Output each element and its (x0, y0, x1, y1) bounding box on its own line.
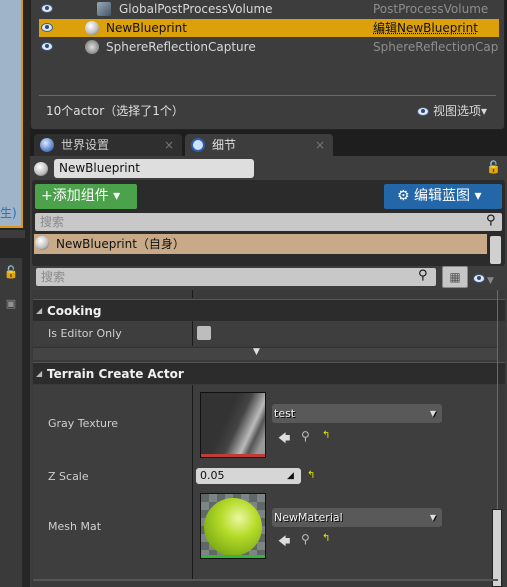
outliner-row-selected[interactable]: NewBlueprint 编辑NewBlueprint (39, 19, 499, 37)
sphere-reflection-icon (85, 40, 99, 54)
property-label: Z Scale (48, 470, 89, 483)
component-search-input[interactable]: 搜索 (35, 213, 502, 231)
outliner-row[interactable]: GlobalPostProcessVolume PostProcessVolum… (39, 0, 499, 18)
browse-search-icon[interactable]: ⚲ (301, 429, 310, 443)
use-selected-arrow-icon[interactable]: 🡄 (278, 532, 290, 553)
outliner-row-name: SphereReflectionCapture (106, 40, 256, 54)
lock-icon[interactable]: 🔓 (486, 160, 501, 174)
asset-picker-value: NewMaterial (274, 511, 343, 524)
texture-thumbnail[interactable] (200, 392, 266, 458)
expand-advanced-icon[interactable]: ▼ (253, 347, 260, 357)
is-editor-only-checkbox[interactable] (197, 326, 211, 340)
eye-icon (473, 274, 485, 283)
close-icon[interactable]: × (315, 134, 325, 156)
outliner-row-type: PostProcessVolume (373, 2, 489, 16)
visibility-eye-icon[interactable] (41, 23, 53, 32)
advanced-expander[interactable] (33, 347, 498, 360)
category-cooking[interactable]: Cooking (33, 299, 505, 322)
asset-picker-value: test (274, 407, 296, 420)
use-selected-arrow-icon[interactable]: 🡄 (278, 429, 290, 450)
column-divider (192, 385, 193, 579)
outliner-row-type: SphereReflectionCaptur (373, 40, 499, 54)
property-label: Gray Texture (48, 417, 119, 430)
mesh-mat-asset-picker[interactable]: NewMaterial ▼ (272, 508, 442, 527)
property-matrix-button[interactable]: ▦ (442, 266, 468, 288)
category-terrain-create-actor[interactable]: Terrain Create Actor (33, 362, 505, 385)
components-scrollbar[interactable] (490, 236, 501, 264)
close-icon[interactable]: × (164, 134, 174, 156)
column-divider (192, 290, 193, 298)
gray-texture-asset-picker[interactable]: test ▼ (272, 404, 442, 423)
reset-to-default-icon[interactable]: ↰ (322, 430, 330, 441)
edit-blueprint-button[interactable]: ⚙ 编辑蓝图 ▾ (384, 184, 502, 209)
outliner-row[interactable]: SphereReflectionCapture SphereReflection… (39, 38, 499, 56)
property-search-input[interactable]: 搜索 (36, 268, 436, 286)
component-self-item[interactable]: NewBlueprint（自身） (34, 234, 487, 254)
chevron-down-icon: ▼ (487, 276, 494, 286)
object-name-field[interactable]: NewBlueprint (54, 159, 254, 178)
property-label: Is Editor Only (48, 327, 122, 340)
property-label: Mesh Mat (48, 520, 102, 533)
actor-sphere-icon (34, 162, 48, 176)
view-options-dropdown[interactable]: ▼ (473, 272, 494, 286)
tab-world-settings[interactable]: 世界设置 × (34, 134, 182, 156)
actor-count: 10个actor（选择了1个） (46, 104, 184, 118)
tab-details[interactable]: 细节 × (185, 134, 333, 156)
material-thumbnail[interactable] (200, 493, 266, 559)
tab-label: 细节 (212, 138, 237, 152)
tab-label: 世界设置 (61, 138, 110, 152)
post-process-volume-icon (97, 2, 111, 16)
viewport-edge-text: 生) (0, 206, 17, 220)
viewport-edge (0, 0, 23, 228)
save-icon[interactable]: ▣ (3, 297, 19, 313)
column-divider (192, 321, 193, 346)
add-component-button[interactable]: +添加组件 ▾ (35, 184, 137, 209)
view-options-button[interactable]: 视图选项▾ (417, 102, 487, 119)
edit-blueprint-link[interactable]: 编辑NewBlueprint (373, 19, 499, 37)
visibility-eye-icon[interactable] (41, 4, 53, 13)
actor-sphere-icon (35, 236, 49, 250)
outliner-divider (39, 95, 496, 96)
search-icon: ⚲ (486, 213, 496, 228)
category-separator (33, 579, 498, 581)
details-info-icon (191, 138, 205, 152)
reset-to-default-icon[interactable]: ↰ (307, 470, 315, 481)
eye-icon (417, 107, 429, 116)
outliner-row-name: GlobalPostProcessVolume (119, 2, 273, 16)
outliner-row-name: NewBlueprint (106, 21, 187, 35)
chevron-down-icon: ▼ (429, 409, 436, 418)
view-options-label: 视图选项▾ (433, 104, 488, 118)
blueprint-actor-icon (85, 21, 99, 35)
property-row: Is Editor Only (33, 321, 498, 346)
lock-icon[interactable]: 🔓 (3, 265, 19, 281)
chevron-down-icon: ▼ (429, 513, 436, 522)
reset-to-default-icon[interactable]: ↰ (322, 533, 330, 544)
details-scrollbar[interactable] (492, 509, 502, 587)
globe-icon (40, 138, 54, 152)
world-outliner: GlobalPostProcessVolume PostProcessVolum… (30, 0, 505, 130)
drag-resize-icon[interactable]: ◢ (287, 471, 294, 481)
z-scale-input[interactable]: 0.05 (196, 468, 301, 484)
left-divider (0, 230, 25, 238)
search-icon: ⚲ (418, 268, 428, 283)
visibility-eye-icon[interactable] (41, 42, 53, 51)
browse-search-icon[interactable]: ⚲ (301, 532, 310, 546)
